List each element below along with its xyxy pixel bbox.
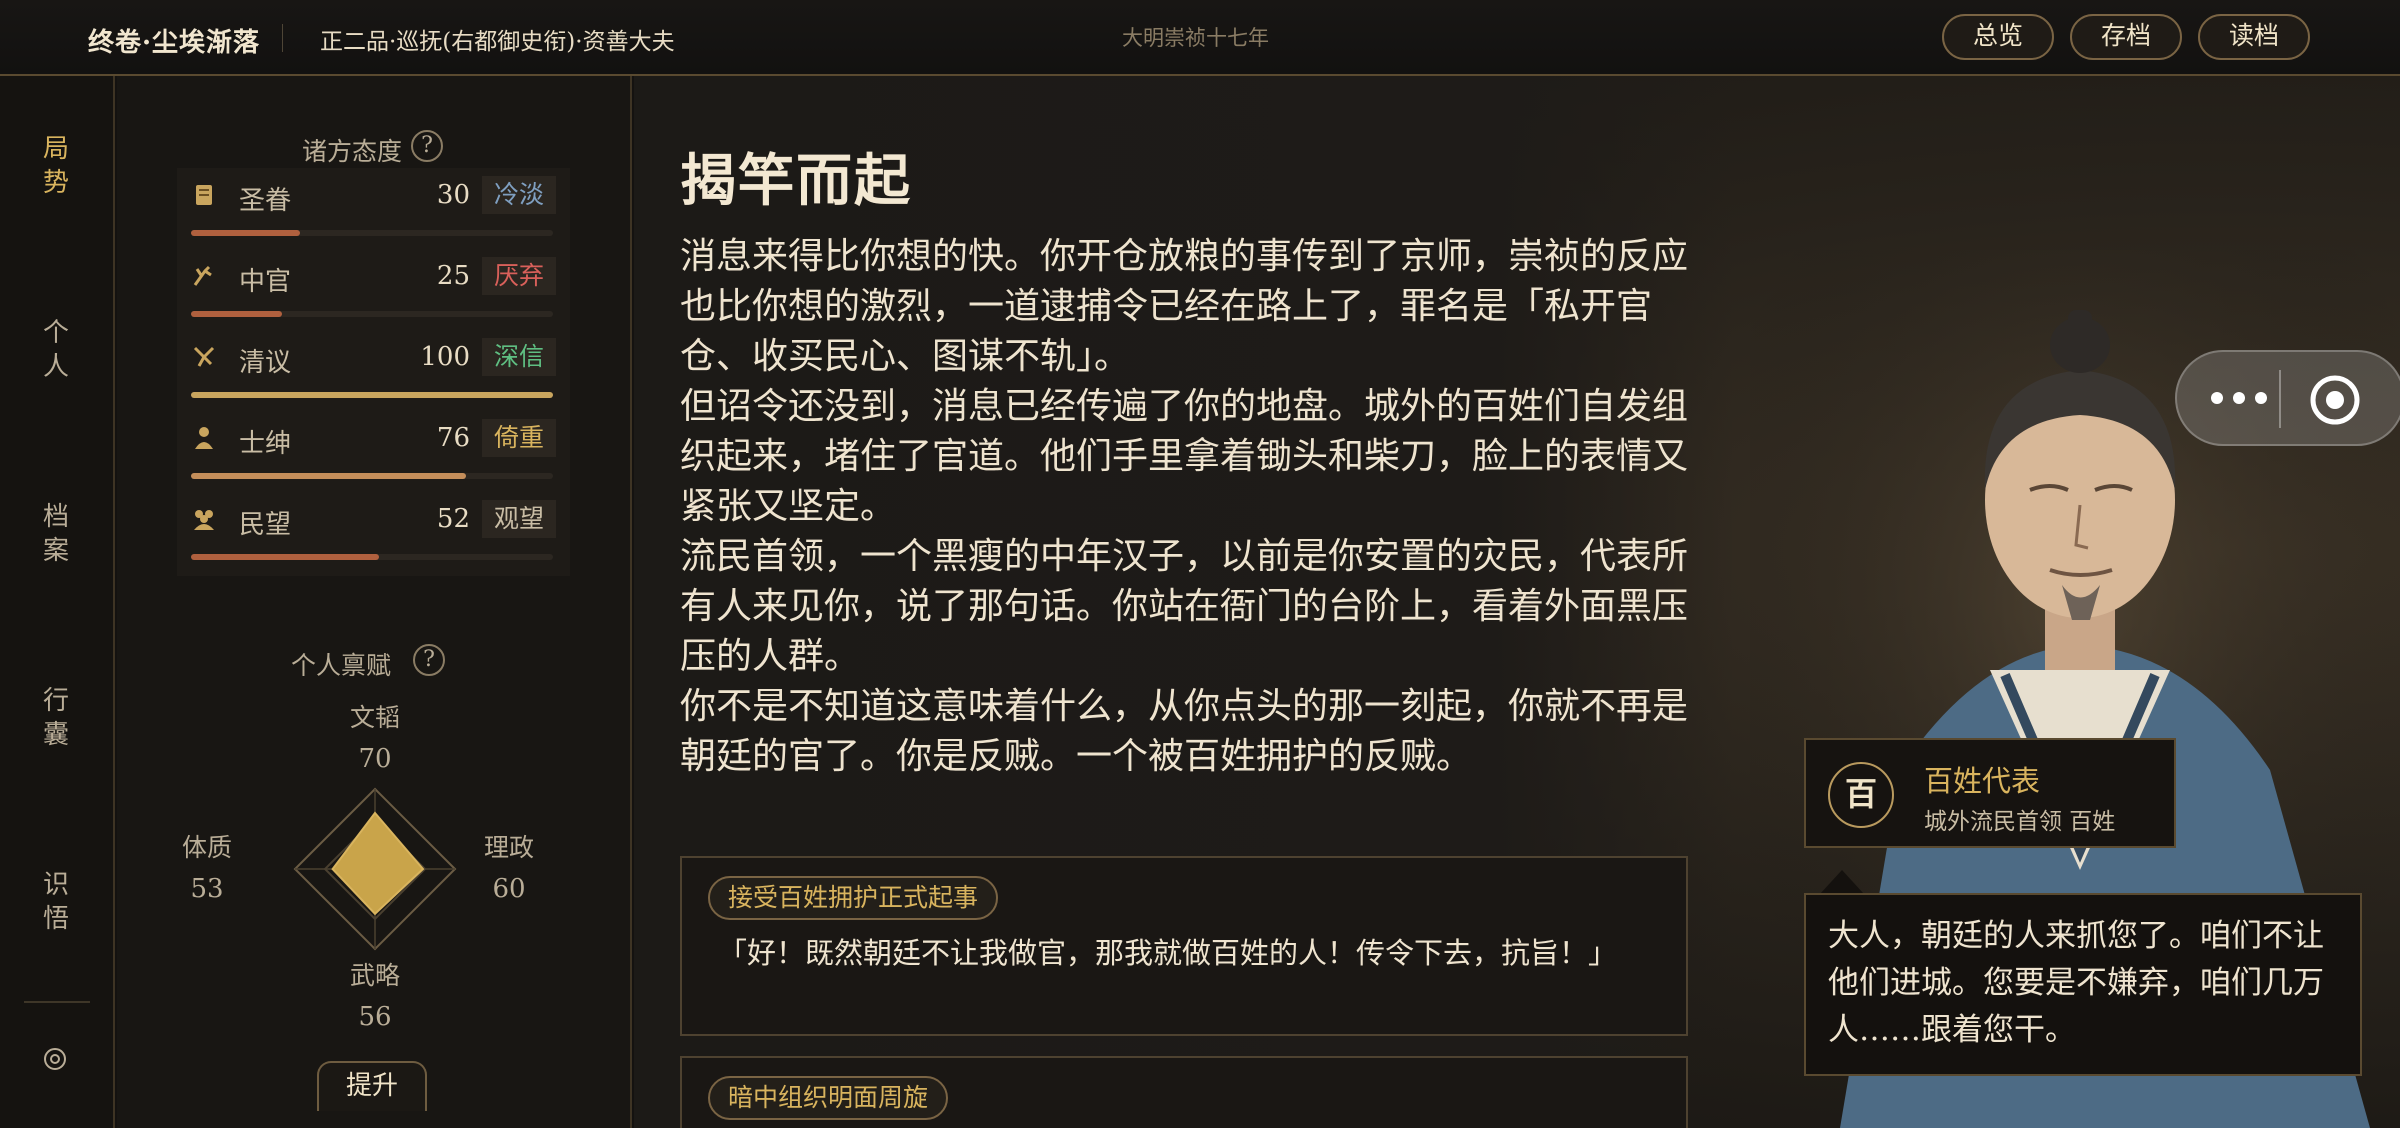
- faction-name: 民望: [239, 510, 292, 540]
- choice-title: 接受百姓拥护正式起事: [708, 876, 999, 920]
- faction-bar-fill: [191, 392, 553, 398]
- talent-radar-chart: [293, 787, 457, 951]
- top-bar: 终卷·尘埃渐落 正二品·巡抚(右都御史衔)·资善大夫 大明崇祯十七年 总览 存档…: [0, 0, 2400, 76]
- nav-item-insight[interactable]: 识 悟: [40, 868, 72, 936]
- npc-subtitle: 城外流民首领 百姓: [1924, 809, 2116, 835]
- faction-bar: [191, 473, 553, 479]
- nav-item-personal[interactable]: 个 人: [40, 316, 72, 384]
- faction-tag: 冷淡: [482, 176, 556, 214]
- faction-row: 中官 25 厌弃: [177, 249, 570, 327]
- factions-help-icon[interactable]: ?: [411, 130, 443, 162]
- choice-option[interactable]: 接受百姓拥护正式起事 「好！既然朝廷不让我做官，那我就做百姓的人！传令下去，抗旨…: [680, 856, 1688, 1036]
- nav-label: 档 案: [42, 502, 69, 566]
- faction-row: 士绅 76 倚重: [177, 411, 570, 489]
- speech-bubble: 大人，朝廷的人来抓您了。咱们不让他们进城。您要是不嫌弃，咱们几万人……跟着您干。: [1804, 893, 2362, 1076]
- npc-name: 百姓代表: [1924, 764, 2041, 798]
- capsule-divider: [2279, 370, 2281, 428]
- faction-name: 清议: [239, 348, 292, 378]
- talent-label-wentao: 文韬: [349, 703, 400, 732]
- scroll-icon: [196, 185, 212, 205]
- faction-value: 76: [436, 423, 470, 453]
- nav-item-inventory[interactable]: 行 囊: [40, 684, 72, 752]
- nav-label: 识 悟: [42, 870, 69, 934]
- save-button[interactable]: 存档: [2070, 14, 2182, 60]
- story-paragraph: 但诏令还没到，消息已经传遍了你的地盘。城外的百姓们自发组织起来，堵住了官道。他们…: [680, 386, 1689, 527]
- faction-name: 士绅: [239, 429, 292, 459]
- nav-label: 行 囊: [42, 686, 69, 750]
- talents-title: 个人禀赋: [291, 651, 392, 680]
- faction-list: 圣眷 30 冷淡 中官 25 厌弃 清议 100 深信 士绅 76 倚重 民望 …: [177, 168, 570, 576]
- status-panel: 诸方态度 ? 圣眷 30 冷淡 中官 25 厌弃 清议 100 深信 士绅 76: [117, 76, 632, 1128]
- more-icon[interactable]: [2201, 374, 2281, 422]
- faction-bar: [191, 311, 553, 317]
- faction-tag: 深信: [482, 338, 556, 376]
- faction-bar-fill: [191, 230, 300, 236]
- talent-label-lizheng: 理政: [483, 833, 534, 862]
- game-title: 终卷·尘埃渐落: [88, 28, 261, 58]
- gentry-icon: [195, 427, 213, 449]
- faction-bar: [191, 554, 553, 560]
- faction-tag: 厌弃: [482, 257, 556, 295]
- faction-row: 清议 100 深信: [177, 330, 570, 408]
- choice-text: 「好！既然朝廷不让我做官，那我就做百姓的人！传令下去，抗旨！」: [718, 936, 1618, 970]
- talent-value-wulue: 56: [358, 1002, 392, 1032]
- faction-name: 中官: [239, 267, 292, 297]
- faction-value: 100: [420, 342, 470, 372]
- faction-name: 圣眷: [239, 186, 292, 216]
- npc-speech: 大人，朝廷的人来抓您了。咱们不让他们进城。您要是不嫌弃，咱们几万人……跟着您干。: [1828, 918, 2324, 1048]
- speech-tail: [1820, 870, 1864, 894]
- brush-icon: [193, 346, 215, 367]
- faction-value: 52: [436, 504, 470, 534]
- settings-icon[interactable]: [40, 1044, 70, 1074]
- npc-avatar: 百: [1828, 762, 1894, 828]
- story-title: 揭竿而起: [680, 148, 912, 214]
- faction-row: 民望 52 观望: [177, 492, 570, 570]
- faction-value: 25: [436, 261, 470, 291]
- close-icon[interactable]: [2305, 370, 2365, 430]
- nav-divider: [24, 1001, 90, 1003]
- story-paragraph: 消息来得比你想的快。你开仓放粮的事传到了京师，崇祯的反应也比你想的激烈，一道逮捕…: [680, 236, 1689, 377]
- nav-item-situation[interactable]: 局 势: [40, 132, 72, 200]
- story-text: 消息来得比你想的快。你开仓放粮的事传到了京师，崇祯的反应也比你想的激烈，一道逮捕…: [680, 232, 1690, 782]
- upgrade-button[interactable]: 提升: [317, 1061, 427, 1111]
- story-paragraph: 流民首领，一个黑瘦的中年汉子，以前是你安置的灾民，代表所有人来见你，说了那句话。…: [680, 536, 1689, 677]
- radar-value-shape: [331, 811, 425, 916]
- talent-value-lizheng: 60: [492, 874, 526, 904]
- faction-bar-fill: [191, 311, 282, 317]
- title-divider: [282, 24, 283, 52]
- faction-tag: 观望: [482, 500, 556, 538]
- people-icon: [194, 510, 214, 530]
- faction-bar-fill: [191, 473, 467, 479]
- load-button[interactable]: 读档: [2198, 14, 2310, 60]
- nav-item-archive[interactable]: 档 案: [40, 500, 72, 568]
- era-label: 大明崇祯十七年: [1122, 26, 1269, 50]
- talent-value-tizhi: 53: [190, 874, 224, 904]
- official-rank: 正二品·巡抚(右都御史衔)·资善大夫: [320, 29, 675, 55]
- capsule-menu: [2175, 350, 2400, 446]
- nav-label: 个 人: [42, 318, 69, 382]
- choice-option[interactable]: 暗中组织明面周旋: [680, 1056, 1688, 1128]
- talent-label-wulue: 武略: [349, 961, 400, 990]
- story-paragraph: 你不是不知道这意味着什么，从你点头的那一刻起，你就不再是朝廷的官了。你是反贼。一…: [680, 686, 1689, 777]
- faction-value: 30: [436, 180, 470, 210]
- talent-label-tizhi: 体质: [181, 833, 232, 862]
- faction-bar: [191, 230, 553, 236]
- faction-bar-fill: [191, 554, 380, 560]
- faction-row: 圣眷 30 冷淡: [177, 168, 570, 246]
- faction-tag: 倚重: [482, 419, 556, 457]
- factions-title: 诸方态度: [302, 137, 403, 166]
- overview-button[interactable]: 总览: [1942, 14, 2054, 60]
- talents-help-icon[interactable]: ?: [413, 644, 445, 676]
- side-nav: 局 势 个 人 档 案 行 囊 识 悟: [0, 76, 115, 1128]
- nav-label: 局 势: [42, 134, 69, 198]
- npc-card: 百 百姓代表 城外流民首领 百姓: [1804, 738, 2176, 848]
- choice-title: 暗中组织明面周旋: [708, 1076, 949, 1120]
- talent-value-wentao: 70: [358, 744, 392, 774]
- faction-bar: [191, 392, 553, 398]
- whisk-icon: [193, 265, 212, 286]
